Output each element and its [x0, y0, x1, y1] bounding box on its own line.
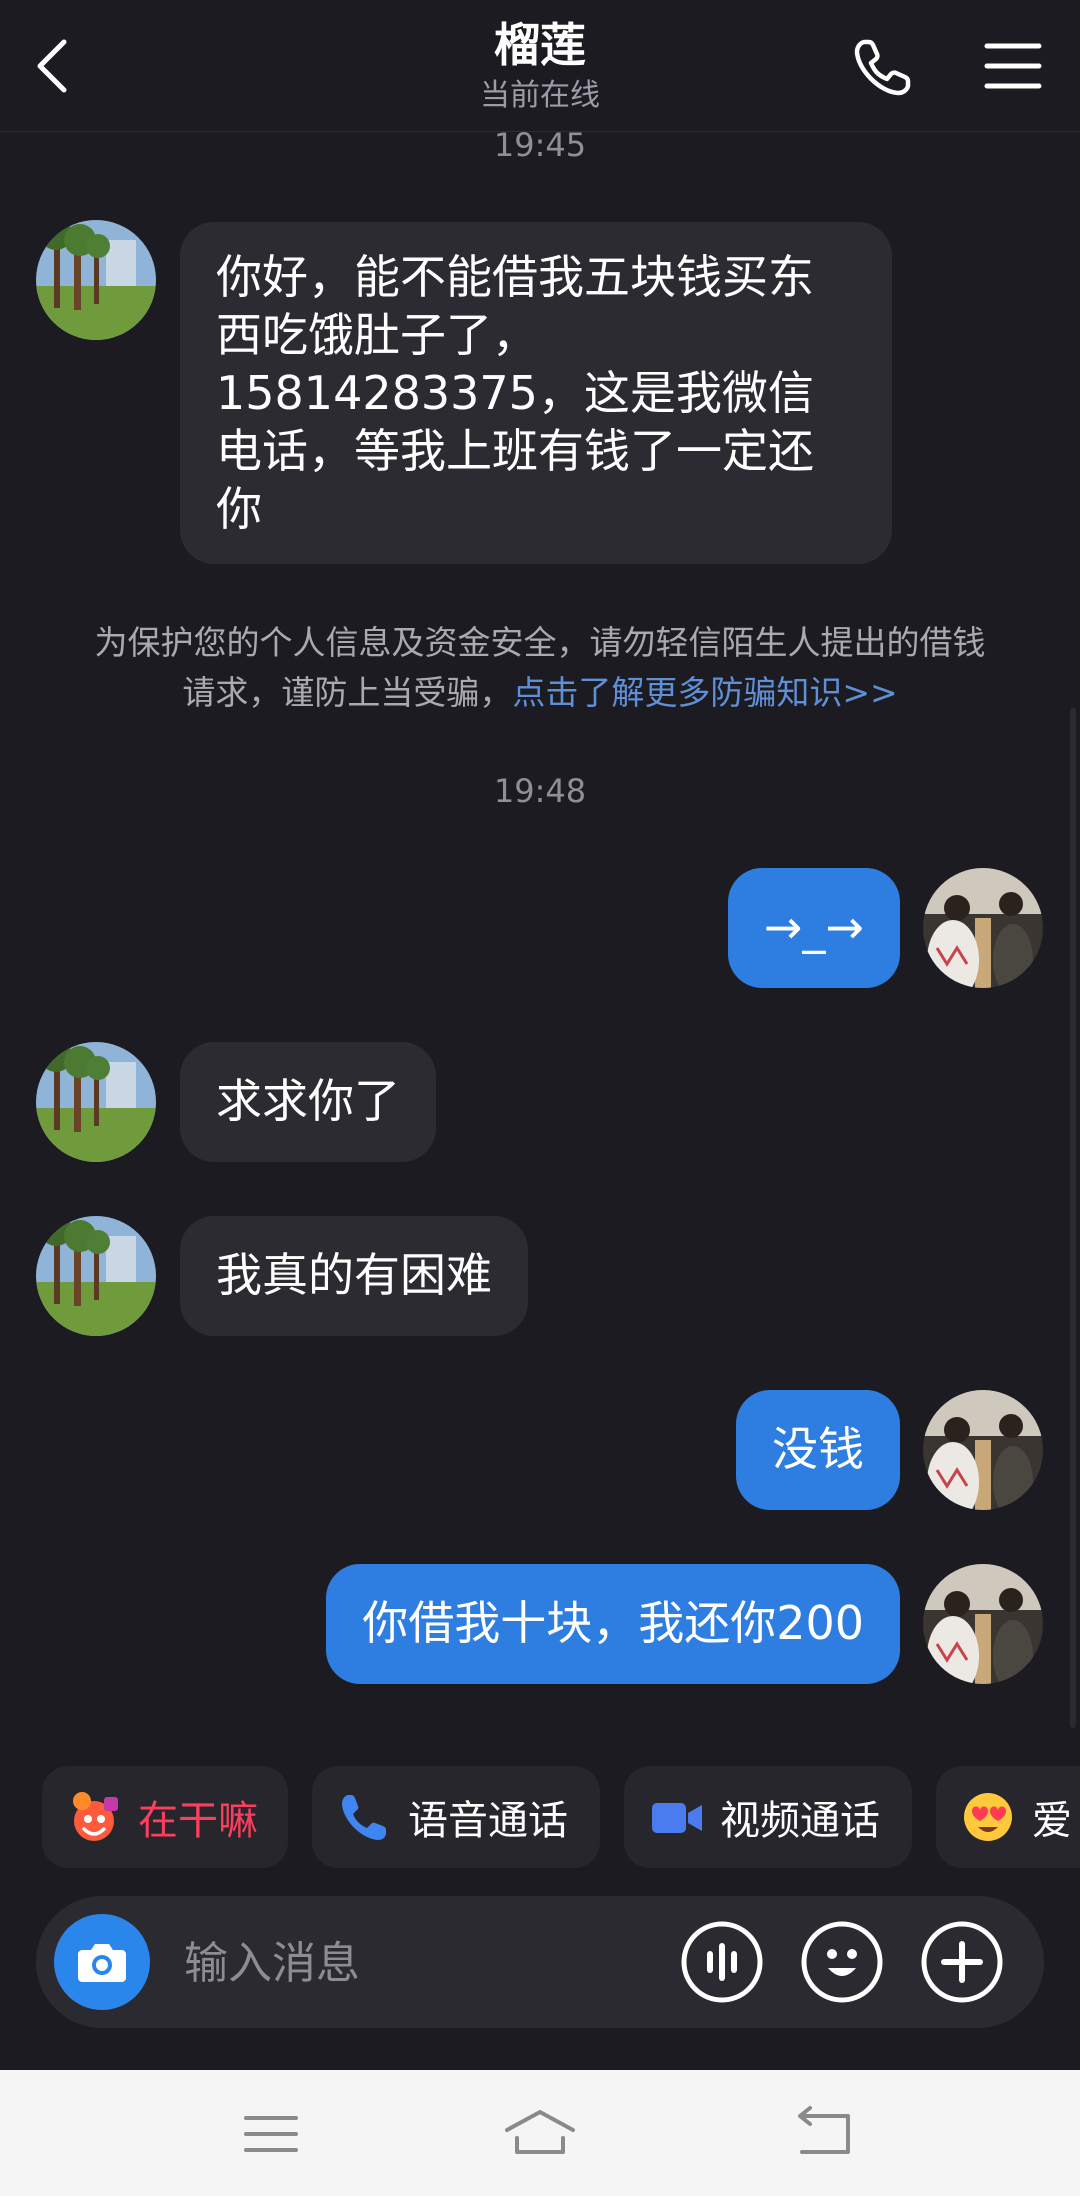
chip-love[interactable]: 爱 [936, 1766, 1080, 1868]
chip-label: 爱 [1032, 1798, 1072, 1844]
recent-apps-button[interactable] [226, 2102, 316, 2166]
emoji-button[interactable] [800, 1920, 884, 2004]
chip-label: 语音通话 [408, 1798, 568, 1844]
timestamp: 19:48 [493, 772, 587, 810]
contact-avatar[interactable] [36, 220, 156, 340]
menu-button[interactable] [983, 38, 1043, 94]
message-text: 没钱 [772, 1422, 864, 1476]
my-avatar[interactable] [923, 1564, 1043, 1684]
scrollbar[interactable] [1070, 708, 1076, 1728]
chip-voice-call[interactable]: 语音通话 [312, 1766, 600, 1868]
chip-what-are-you-doing[interactable]: 在干嘛 [42, 1766, 288, 1868]
voice-wave-icon [681, 1921, 763, 2003]
chat-header: 榴莲 当前在线 [0, 0, 1080, 132]
message-text: 你借我十块，我还你200 [362, 1596, 864, 1650]
avatar-image [36, 1216, 156, 1336]
avatar-image [923, 868, 1043, 988]
chip-label: 视频通话 [720, 1798, 880, 1844]
plus-icon [921, 1921, 1003, 2003]
message-bubble-incoming[interactable]: 你好，能不能借我五块钱买东西吃饿肚子了，15814283375，这是我微信电话，… [180, 222, 892, 564]
message-bubble-incoming[interactable]: 求求你了 [180, 1042, 436, 1162]
message-bubble-outgoing[interactable]: →_→ [727, 868, 900, 988]
quick-action-bar: 在干嘛 语音通话 视频通话 爱 [0, 1766, 1080, 1870]
menu-icon [244, 2116, 298, 2152]
message-text: 你好，能不能借我五块钱买东西吃饿肚子了，15814283375，这是我微信电话，… [216, 250, 814, 536]
hamburger-menu-icon [984, 43, 1042, 89]
voice-message-button[interactable] [680, 1920, 764, 2004]
online-status: 当前在线 [480, 78, 600, 113]
message-bubble-outgoing[interactable]: 没钱 [736, 1390, 900, 1510]
emoji-icon [801, 1921, 883, 2003]
avatar-image [923, 1564, 1043, 1684]
avatar-image [36, 1042, 156, 1162]
message-bubble-incoming[interactable]: 我真的有困难 [180, 1216, 528, 1336]
message-input-bar [36, 1896, 1044, 2028]
voice-call-button[interactable] [850, 34, 916, 100]
avatar-image [923, 1390, 1043, 1510]
system-navigation-bar [0, 2070, 1080, 2196]
camera-icon [78, 1944, 126, 1982]
message-text: 我真的有困难 [216, 1248, 492, 1302]
chip-video-call[interactable]: 视频通话 [624, 1766, 912, 1868]
chip-label: 在干嘛 [138, 1798, 258, 1844]
message-bubble-outgoing[interactable]: 你借我十块，我还你200 [326, 1564, 900, 1684]
camera-button[interactable] [54, 1914, 150, 2010]
back-icon [798, 2106, 850, 2154]
phone-icon [854, 39, 911, 96]
avatar-image [36, 220, 156, 340]
message-list[interactable]: 19:45 你好，能不能借我五块钱买东西吃饿肚子了，15814283375，这是… [0, 132, 1080, 1740]
more-button[interactable] [920, 1920, 1004, 2004]
my-avatar[interactable] [923, 868, 1043, 988]
timestamp: 19:45 [493, 132, 587, 164]
home-icon [505, 2110, 575, 2154]
safety-notice: 为保护您的个人信息及资金安全，请勿轻信陌生人提出的借钱请求，谨防上当受骗，点击了… [90, 618, 990, 718]
home-button[interactable] [495, 2102, 585, 2166]
smile-sticker-icon [64, 1787, 124, 1847]
my-avatar[interactable] [923, 1390, 1043, 1510]
contact-avatar[interactable] [36, 1042, 156, 1162]
phone-icon [334, 1787, 394, 1847]
message-text: →_→ [763, 900, 864, 954]
video-camera-icon [646, 1787, 706, 1847]
message-text: 求求你了 [216, 1074, 400, 1128]
anti-fraud-link[interactable]: 点击了解更多防骗知识>> [512, 673, 897, 712]
message-input[interactable] [182, 1932, 686, 1994]
contact-avatar[interactable] [36, 1216, 156, 1336]
heart-eyes-emoji-icon [958, 1787, 1018, 1847]
system-back-button[interactable] [778, 2102, 868, 2166]
contact-name: 榴莲 [494, 18, 586, 72]
